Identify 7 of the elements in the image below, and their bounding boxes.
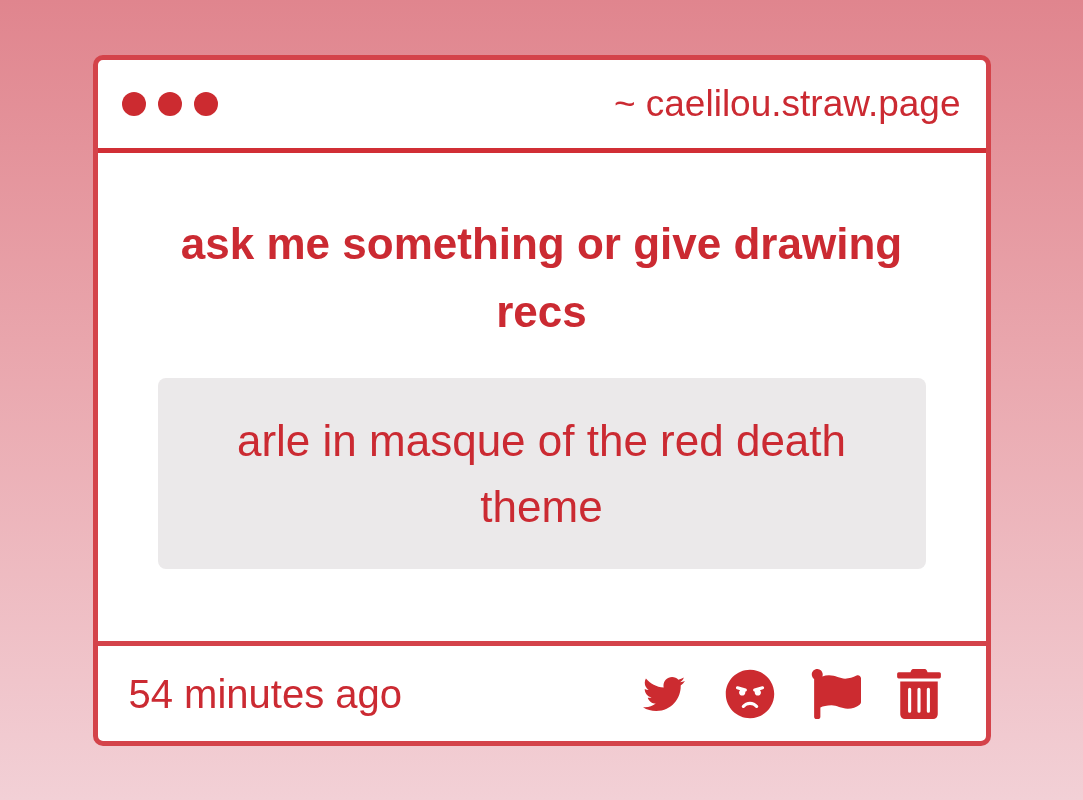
site-address: ~ caelilou.straw.page — [613, 82, 961, 126]
prompt-title: ask me something or give drawing recs — [179, 218, 904, 338]
trash-icon[interactable] — [896, 668, 941, 719]
question-text: arle in masque of the red death theme — [235, 415, 848, 533]
angry-face-icon[interactable] — [724, 668, 775, 719]
time-ago: 54 minutes ago — [128, 670, 402, 718]
flag-icon[interactable] — [810, 668, 861, 719]
